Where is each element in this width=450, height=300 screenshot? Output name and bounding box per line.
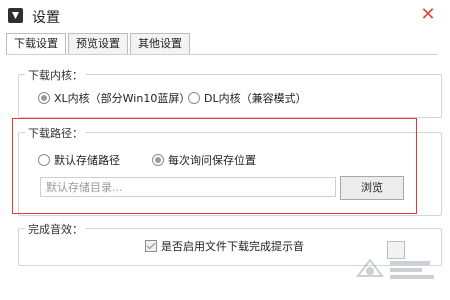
sound-group-title: 完成音效： — [25, 221, 86, 237]
checkbox-icon[interactable] — [145, 240, 157, 252]
radio-icon-unselected[interactable] — [188, 92, 200, 104]
title-bar: 设置 ✕ — [0, 0, 450, 32]
kernel-option-dl[interactable]: DL内核（兼容模式） — [188, 90, 307, 106]
system-home-watermark — [356, 258, 434, 279]
tab-download-settings[interactable]: 下载设置 — [6, 33, 66, 55]
window-title: 设置 — [32, 10, 60, 26]
kernel-group-title: 下载内核： — [25, 67, 86, 83]
sound-option[interactable]: 是否启用文件下载完成提示音 — [145, 238, 304, 254]
tab-preview-settings[interactable]: 预览设置 — [68, 33, 128, 54]
tab-other-settings[interactable]: 其他设置 — [130, 33, 190, 54]
tab-divider — [6, 54, 438, 55]
kernel-option-xl-label: XL内核（部分Win10蓝屏） — [54, 92, 191, 105]
radio-icon-selected[interactable] — [38, 92, 50, 104]
sound-checkbox-label: 是否启用文件下载完成提示音 — [161, 240, 304, 253]
download-app-icon — [8, 8, 23, 23]
close-icon[interactable]: ✕ — [416, 4, 440, 26]
kernel-option-xl[interactable]: XL内核（部分Win10蓝屏） — [38, 90, 190, 106]
highlight-box — [12, 118, 417, 214]
kernel-option-dl-label: DL内核（兼容模式） — [204, 92, 307, 105]
